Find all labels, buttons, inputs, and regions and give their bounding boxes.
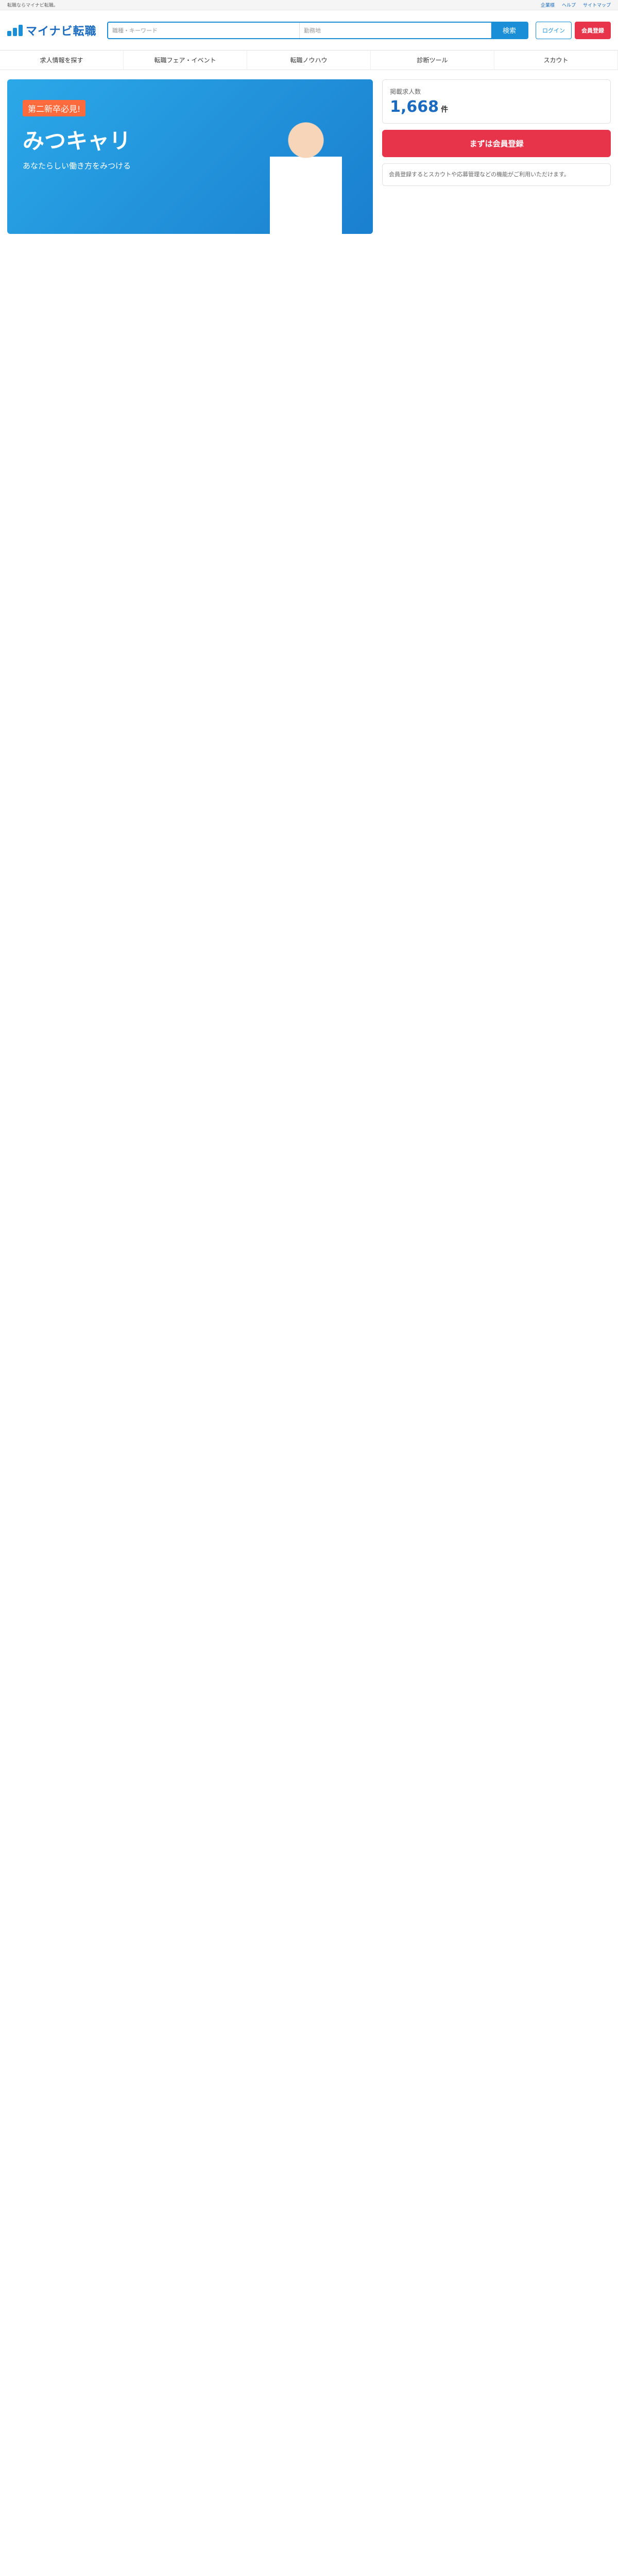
nav-item-fair[interactable]: 転職フェア・イベント (124, 50, 247, 70)
hero-section: 第二新卒必見! みつキャリ あなたらしい働き方をみつける 掲載求人数 1,668… (0, 70, 618, 243)
register-button[interactable]: 会員登録 (575, 21, 611, 39)
hero-person-illustration (254, 100, 358, 234)
hero-sidebar: 掲載求人数 1,668 件 まずは会員登録 会員登録するとスカウトや応募管理などの… (382, 79, 611, 234)
nav-item-diagnosis[interactable]: 診断ツール (371, 50, 494, 70)
logo-text: マイナビ転職 (26, 25, 97, 38)
hero-subtitle: あなたらしい働き方をみつける (23, 161, 131, 171)
job-search-form: 職種・キーワード 勤務地 検索 (107, 21, 528, 39)
header-actions: ログイン 会員登録 (536, 21, 611, 39)
top-links: 企業様 ヘルプ サイトマップ (541, 2, 611, 8)
site-header: マイナビ転職 職種・キーワード 勤務地 検索 ログイン 会員登録 (0, 10, 618, 50)
job-count-number: 1,668 件 (390, 98, 449, 116)
nav-item-search[interactable]: 求人情報を探す (0, 50, 124, 70)
area-input[interactable]: 勤務地 (300, 22, 491, 38)
register-note: 会員登録するとスカウトや応募管理などの機能がご利用いただけます。 (382, 163, 611, 186)
hero-text: 第二新卒必見! みつキャリ あなたらしい働き方をみつける (23, 100, 131, 171)
top-link-help[interactable]: ヘルプ (562, 2, 576, 8)
top-link-sitemap[interactable]: サイトマップ (583, 2, 611, 8)
top-tagline: 転職ならマイナビ転職。 (7, 3, 58, 8)
job-count-card: 掲載求人数 1,668 件 (382, 79, 611, 124)
login-button[interactable]: ログイン (536, 21, 572, 39)
top-utility-bar: 転職ならマイナビ転職。 企業様 ヘルプ サイトマップ (0, 0, 618, 10)
hero-banner[interactable]: 第二新卒必見! みつキャリ あなたらしい働き方をみつける (7, 79, 373, 234)
page: 転職ならマイナビ転職。 企業様 ヘルプ サイトマップ マイナビ転職 職種・キーワ… (0, 0, 618, 243)
keyword-input[interactable]: 職種・キーワード (108, 22, 300, 38)
search-button[interactable]: 検索 (491, 22, 527, 38)
nav-item-scout[interactable]: スカウト (494, 50, 618, 70)
job-count-label: 掲載求人数 (390, 88, 421, 95)
top-link-corporate[interactable]: 企業様 (541, 2, 555, 8)
register-cta-button[interactable]: まずは会員登録 (382, 130, 611, 157)
nav-item-knowhow[interactable]: 転職ノウハウ (247, 50, 371, 70)
logo-mark-icon (7, 24, 23, 36)
main-nav: 求人情報を探す 転職フェア・イベント 転職ノウハウ 診断ツール スカウト (0, 50, 618, 70)
hero-badge: 第二新卒必見! (23, 100, 86, 116)
hero-title: みつキャリ (23, 128, 131, 154)
site-logo[interactable]: マイナビ転職 (7, 22, 100, 39)
